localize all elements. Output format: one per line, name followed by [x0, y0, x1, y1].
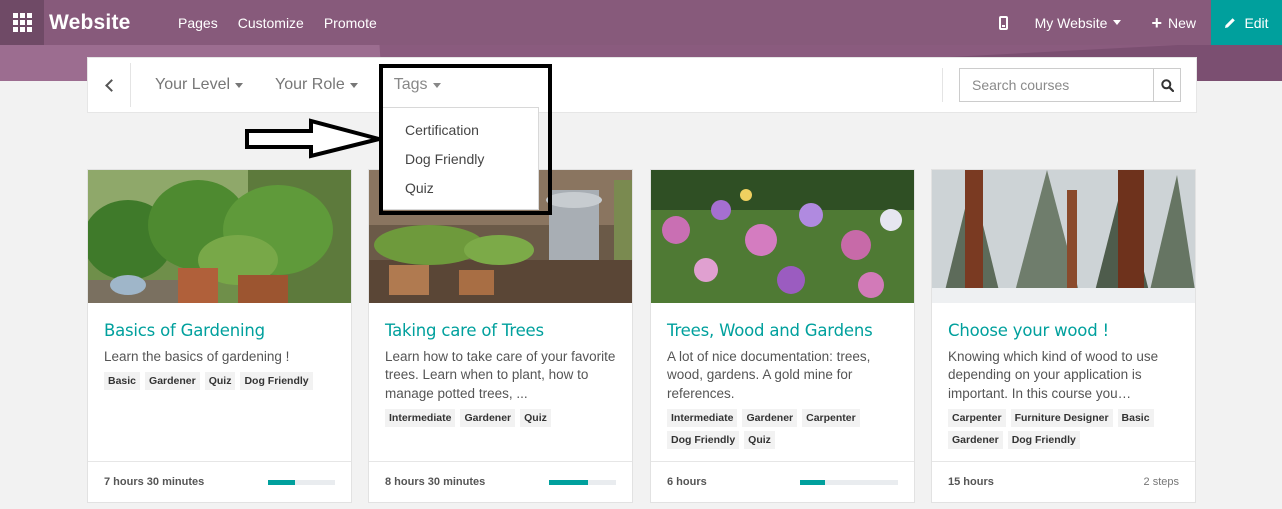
menu-promote[interactable]: Promote: [324, 15, 377, 31]
tag-badge[interactable]: Quiz: [204, 372, 236, 391]
course-description: Learn the basics of gardening !: [104, 349, 290, 364]
course-duration: 8 hours 30 minutes: [385, 476, 486, 488]
plus-icon: +: [1151, 12, 1162, 33]
progress-bar: [800, 479, 898, 485]
course-card[interactable]: Choose your wood ! Knowing which kind of…: [931, 169, 1196, 503]
course-image-forest: [932, 170, 1195, 303]
course-footer: 6 hours: [651, 461, 914, 502]
course-duration: 6 hours: [667, 476, 707, 488]
tag-badge[interactable]: Dog Friendly: [240, 372, 313, 391]
course-footer: 15 hours 2 steps: [932, 461, 1195, 502]
role-filter[interactable]: Your Role: [275, 76, 358, 94]
tag-badge[interactable]: Basic: [104, 372, 141, 391]
search-icon: [1160, 78, 1174, 92]
divider: [942, 68, 943, 102]
search-input[interactable]: [960, 69, 1153, 101]
edit-button[interactable]: Edit: [1211, 0, 1282, 45]
tag-badge[interactable]: Quiz: [520, 409, 551, 428]
caret-down-icon: [235, 82, 244, 88]
edit-button-label: Edit: [1244, 14, 1269, 31]
tag-badge[interactable]: Gardener: [460, 409, 516, 428]
progress-fill: [549, 479, 588, 485]
website-selector-label: My Website: [1034, 14, 1108, 31]
progress-bar: [549, 479, 616, 485]
caret-down-icon: [432, 82, 441, 88]
tag-badge[interactable]: Gardener: [145, 372, 200, 391]
back-button[interactable]: [88, 63, 131, 107]
apps-menu-button[interactable]: [0, 0, 44, 45]
course-description: Knowing which kind of wood to use depend…: [948, 349, 1159, 401]
course-title[interactable]: Taking care of Trees: [369, 303, 632, 342]
app-title[interactable]: Website: [49, 11, 167, 35]
tag-badge[interactable]: Gardener: [948, 431, 1003, 450]
course-steps: 2 steps: [1143, 476, 1179, 488]
tag-badge[interactable]: Dog Friendly: [1007, 431, 1080, 450]
progress-fill: [268, 479, 295, 485]
caret-down-icon: [349, 82, 358, 88]
mobile-preview-icon[interactable]: [998, 15, 1008, 30]
course-duration: 15 hours: [948, 476, 994, 488]
level-filter[interactable]: Your Level: [155, 76, 244, 94]
search-button[interactable]: [1153, 69, 1180, 101]
tag-badge[interactable]: Intermediate: [667, 409, 738, 428]
tag-option-quiz[interactable]: Quiz: [383, 178, 538, 207]
tag-option-dog-friendly[interactable]: Dog Friendly: [383, 149, 538, 178]
course-description: Learn how to take care of your favorite …: [385, 349, 616, 401]
role-filter-label: Your Role: [275, 76, 345, 93]
course-card[interactable]: Basics of Gardening Learn the basics of …: [87, 169, 352, 503]
arrow-annotation: [245, 118, 380, 159]
tags-filter[interactable]: Tags: [394, 76, 441, 94]
website-selector[interactable]: My Website: [1035, 15, 1122, 31]
course-tags: Basic Gardener Quiz Dog Friendly: [88, 366, 351, 394]
tag-badge[interactable]: Furniture Designer: [1010, 409, 1113, 428]
new-button-label: New: [1167, 14, 1196, 31]
new-button[interactable]: + New: [1151, 14, 1196, 32]
course-description: A lot of nice documentation: trees, wood…: [667, 349, 871, 401]
tag-badge[interactable]: Carpenter: [948, 409, 1006, 428]
course-title[interactable]: Trees, Wood and Gardens: [651, 303, 914, 342]
tag-badge[interactable]: Gardener: [742, 409, 798, 428]
tag-option-certification[interactable]: Certification: [383, 120, 538, 149]
course-tags: Carpenter Furniture Designer Basic Garde…: [932, 403, 1195, 453]
tag-badge[interactable]: Quiz: [744, 431, 775, 450]
menu-pages[interactable]: Pages: [178, 15, 218, 31]
tag-badge[interactable]: Dog Friendly: [667, 431, 740, 450]
course-footer: 8 hours 30 minutes: [369, 461, 632, 502]
course-tags: Intermediate Gardener Quiz: [369, 403, 632, 431]
tag-badge[interactable]: Carpenter: [802, 409, 860, 428]
search-box: [959, 68, 1181, 102]
tag-badge[interactable]: Basic: [1117, 409, 1154, 428]
course-card[interactable]: Taking care of Trees Learn how to take c…: [368, 169, 633, 503]
course-filter-bar: Your Level Your Role Tags: [87, 57, 1197, 113]
tags-filter-label: Tags: [393, 76, 428, 93]
course-duration: 7 hours 30 minutes: [104, 476, 205, 488]
tags-dropdown-menu: Certification Dog Friendly Quiz: [382, 107, 539, 210]
course-title[interactable]: Basics of Gardening: [88, 303, 351, 342]
course-footer: 7 hours 30 minutes: [88, 461, 351, 502]
level-filter-label: Your Level: [155, 76, 231, 93]
pencil-icon: [1225, 17, 1236, 28]
grid-icon: [12, 13, 32, 32]
caret-down-icon: [1113, 20, 1122, 25]
course-card[interactable]: Trees, Wood and Gardens A lot of nice do…: [650, 169, 915, 503]
course-tags: Intermediate Gardener Carpenter Dog Frie…: [651, 403, 914, 453]
course-image-flowers: [651, 170, 914, 303]
course-image-gardening: [88, 170, 351, 303]
tag-badge[interactable]: Intermediate: [385, 409, 456, 428]
top-navbar: Website Pages Customize Promote My Websi…: [0, 0, 1282, 45]
progress-fill: [800, 479, 825, 485]
progress-bar: [268, 479, 335, 485]
course-title[interactable]: Choose your wood !: [932, 303, 1195, 342]
chevron-left-icon: [104, 78, 118, 92]
menu-customize[interactable]: Customize: [238, 15, 304, 31]
